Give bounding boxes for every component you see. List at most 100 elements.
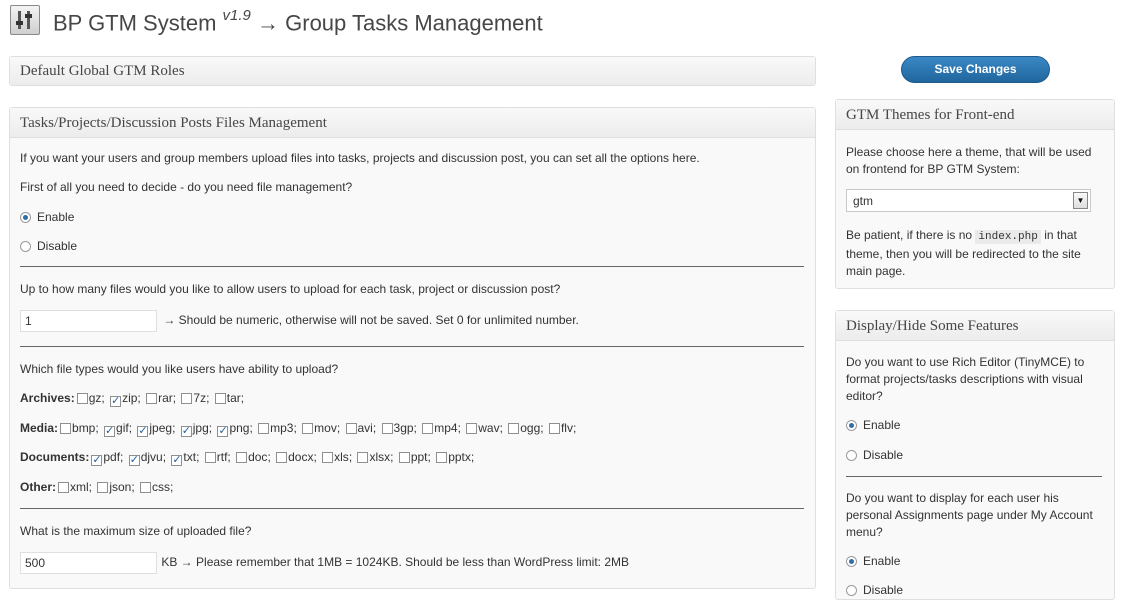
filetype-djvu-label: djvu <box>140 450 163 464</box>
themes-postbox: GTM Themes for Front-end Please choose h… <box>835 99 1115 289</box>
files-enable-option[interactable]: Enable <box>20 210 74 224</box>
filetype-jpeg-checkbox[interactable]: ✓ <box>137 426 149 437</box>
filetype-7z-label: 7z <box>193 391 207 405</box>
roles-postbox[interactable]: Default Global GTM Roles <box>9 56 816 86</box>
filetype-txt-checkbox[interactable]: ✓ <box>171 455 183 466</box>
file-size-question: What is the maximum size of uploaded fil… <box>20 524 252 538</box>
filetype-djvu-checkbox[interactable]: ✓ <box>128 455 140 466</box>
filetype-mp4-checkbox[interactable] <box>422 423 434 434</box>
filetype-7z-checkbox[interactable] <box>181 393 193 404</box>
filetype-flv-checkbox[interactable] <box>548 423 560 434</box>
files-disable-label: Disable <box>37 239 78 253</box>
files-count-question: Up to how many files would you like to a… <box>20 282 561 296</box>
filetype-ppt-checkbox[interactable] <box>398 452 410 463</box>
assignments-disable-radio[interactable] <box>846 585 857 596</box>
filetype-jpeg-label: jpeg <box>149 421 173 435</box>
file-group-label: Documents: <box>20 450 90 464</box>
features-postbox-title[interactable]: Display/Hide Some Features <box>836 311 1114 341</box>
filetype-mov-label: mov <box>314 421 337 435</box>
filetype-jpg-checkbox[interactable]: ✓ <box>180 426 192 437</box>
chevron-down-icon[interactable]: ▼ <box>1073 192 1088 209</box>
filetype-3gp-checkbox[interactable] <box>381 423 393 434</box>
filetype-gif-label: gif <box>116 421 129 435</box>
filetype-mp4-label: mp4 <box>434 421 458 435</box>
roles-postbox-title[interactable]: Default Global GTM Roles <box>10 57 815 85</box>
rich-editor-disable-option[interactable]: Disable <box>846 448 903 462</box>
page-title: BP GTM System v1.9 → Group Tasks Managem… <box>53 7 543 36</box>
filetype-ogg-label: ogg <box>520 421 541 435</box>
filetype-mov-checkbox[interactable] <box>302 423 314 434</box>
files-postbox-title[interactable]: Tasks/Projects/Discussion Posts Files Ma… <box>10 108 815 138</box>
theme-select[interactable]: gtm ▼ <box>846 189 1091 212</box>
divider <box>20 346 804 347</box>
filetype-tar-checkbox[interactable] <box>214 393 226 404</box>
filetype-css-label: css <box>152 480 171 494</box>
files-postbox: Tasks/Projects/Discussion Posts Files Ma… <box>9 107 816 589</box>
filetype-gif-checkbox[interactable]: ✓ <box>104 426 116 437</box>
filetype-mp3-checkbox[interactable] <box>258 423 270 434</box>
filetype-bmp-label: bmp <box>72 421 96 435</box>
file-size-input[interactable]: 500 <box>20 552 157 574</box>
filetype-pptx-checkbox[interactable] <box>436 452 448 463</box>
filetype-ogg-checkbox[interactable] <box>508 423 520 434</box>
filetype-rar-checkbox[interactable] <box>146 393 158 404</box>
rich-editor-enable-option[interactable]: Enable <box>846 418 900 432</box>
filetype-doc-checkbox[interactable] <box>236 452 248 463</box>
filetype-jpg-label: jpg <box>192 421 209 435</box>
file-group-label: Archives: <box>20 391 75 405</box>
assignments-enable-radio[interactable] <box>846 556 857 567</box>
files-count-input[interactable]: 1 <box>20 310 157 332</box>
divider <box>846 476 1102 477</box>
filetype-pptx-label: pptx <box>448 450 471 464</box>
filetype-xlsx-checkbox[interactable] <box>357 452 369 463</box>
filetype-pdf-label: pdf <box>103 450 121 464</box>
rich-editor-disable-radio[interactable] <box>846 450 857 461</box>
files-enable-radio[interactable] <box>20 212 31 223</box>
files-disable-radio[interactable] <box>20 241 31 252</box>
filetype-avi-label: avi <box>357 421 373 435</box>
filetype-gz-label: gz <box>88 391 102 405</box>
filetype-docx-checkbox[interactable] <box>276 452 288 463</box>
filetype-png-label: png <box>229 421 250 435</box>
filetype-rtf-checkbox[interactable] <box>204 452 216 463</box>
filetype-wav-checkbox[interactable] <box>466 423 478 434</box>
files-intro: If you want your users and group members… <box>20 151 700 165</box>
filetype-rtf-label: rtf <box>216 450 228 464</box>
rich-editor-enable-radio[interactable] <box>846 420 857 431</box>
filetype-xml-label: xml <box>70 480 89 494</box>
file-group-label: Media: <box>20 421 59 435</box>
filetype-gz-checkbox[interactable] <box>76 393 88 404</box>
file-group-label: Other: <box>20 480 56 494</box>
filetype-bmp-checkbox[interactable] <box>60 423 72 434</box>
filetype-pdf-checkbox[interactable]: ✓ <box>91 455 103 466</box>
assignments-enable-option[interactable]: Enable <box>846 554 900 568</box>
filetype-wav-label: wav <box>478 421 500 435</box>
filetype-png-checkbox[interactable]: ✓ <box>217 426 229 437</box>
assignments-disable-label: Disable <box>863 583 904 597</box>
filetype-xls-checkbox[interactable] <box>322 452 334 463</box>
filetype-mp3-label: mp3 <box>270 421 294 435</box>
file-types-question: Which file types would you like users ha… <box>20 362 339 376</box>
filetype-xml-checkbox[interactable] <box>58 482 69 493</box>
filetype-json-checkbox[interactable] <box>97 482 109 493</box>
filetype-tar-label: tar <box>226 391 241 405</box>
settings-sliders-icon <box>10 5 40 35</box>
divider <box>20 266 804 267</box>
filetype-xls-label: xls <box>334 450 349 464</box>
rich-editor-disable-label: Disable <box>863 448 904 462</box>
save-changes-button[interactable]: Save Changes <box>901 56 1050 83</box>
assignments-disable-option[interactable]: Disable <box>846 583 903 597</box>
file-types-archives: Archives: gz; ✓ zip; rar; 7z; tar; <box>20 391 245 407</box>
files-disable-option[interactable]: Disable <box>20 239 77 253</box>
themes-description: Please choose here a theme, that will be… <box>846 145 1092 176</box>
divider <box>20 508 804 509</box>
themes-postbox-title[interactable]: GTM Themes for Front-end <box>836 100 1114 130</box>
index-php-code: index.php <box>975 230 1041 244</box>
filetype-zip-checkbox[interactable]: ✓ <box>110 396 122 407</box>
filetype-3gp-label: 3gp <box>393 421 414 435</box>
theme-select-value: gtm <box>853 194 874 208</box>
filetype-avi-checkbox[interactable] <box>345 423 357 434</box>
filetype-docx-label: docx <box>288 450 314 464</box>
filetype-css-checkbox[interactable] <box>140 482 152 493</box>
file-types-other: Other: xml; json; css; <box>20 480 174 494</box>
